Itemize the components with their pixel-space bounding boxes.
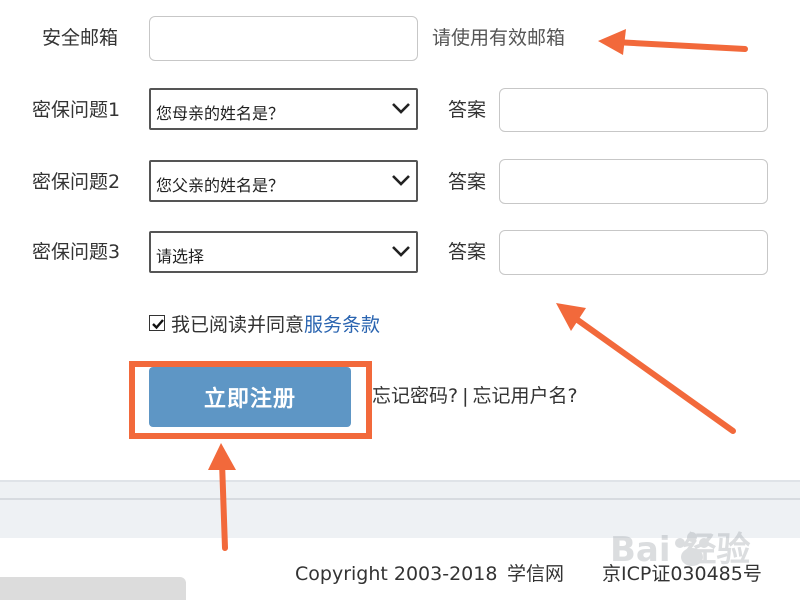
security-question-1-value: 您母亲的姓名是？ <box>156 104 285 123</box>
security-question-2-value: 您父亲的姓名是？ <box>156 176 285 195</box>
security-question-3-value: 请选择 <box>156 247 205 266</box>
register-button[interactable]: 立即注册 <box>149 367 351 427</box>
answer-3-label: 答案 <box>448 241 487 263</box>
security-question-2-select[interactable]: 您父亲的姓名是？ <box>149 160 418 202</box>
registration-page: 安全邮箱 请使用有效邮箱 密保问题1 您母亲的姓名是？ 答案 密保问题2 您父亲… <box>0 0 800 600</box>
agreement-text: 我已阅读并同意 <box>171 313 305 336</box>
chevron-down-icon <box>392 175 410 186</box>
chevron-down-icon <box>392 246 410 257</box>
security-question-3-label: 密保问题3 <box>32 241 121 263</box>
email-hint: 请使用有效邮箱 <box>432 27 566 49</box>
checkmark-icon <box>152 319 164 330</box>
security-question-3-select[interactable]: 请选择 <box>149 231 418 273</box>
footer-band <box>0 480 800 538</box>
answer-2-label: 答案 <box>448 171 487 193</box>
answer-1-label: 答案 <box>448 99 487 121</box>
answer-2-input[interactable] <box>499 159 768 204</box>
link-separator: | <box>462 385 469 407</box>
arrow-to-agreement <box>556 303 736 434</box>
footer-copyright: Copyright 2003-2018 <box>295 563 498 585</box>
arrow-to-email-hint <box>598 29 748 55</box>
terms-of-service-link[interactable]: 服务条款 <box>304 310 380 337</box>
footer-site-name: 学信网 <box>507 563 565 585</box>
answer-3-input[interactable] <box>499 230 768 275</box>
security-question-1-select[interactable]: 您母亲的姓名是？ <box>149 88 418 130</box>
footer-icp: 京ICP证030485号 <box>602 563 762 585</box>
agreement-row: 我已阅读并同意 服务条款 <box>149 310 380 336</box>
email-input[interactable] <box>149 16 418 61</box>
answer-1-input[interactable] <box>499 88 768 132</box>
horizontal-scrollbar-thumb[interactable] <box>0 577 186 600</box>
agreement-checkbox[interactable] <box>149 315 165 331</box>
footer-divider <box>0 498 800 500</box>
chevron-down-icon <box>392 103 410 114</box>
security-question-1-label: 密保问题1 <box>32 99 121 121</box>
security-question-2-label: 密保问题2 <box>32 171 121 193</box>
forgot-password-link[interactable]: 忘记密码? <box>372 385 458 407</box>
email-label: 安全邮箱 <box>42 27 119 49</box>
forgot-username-link[interactable]: 忘记用户名? <box>473 385 578 407</box>
forgot-links: 忘记密码? | 忘记用户名? <box>372 384 578 408</box>
